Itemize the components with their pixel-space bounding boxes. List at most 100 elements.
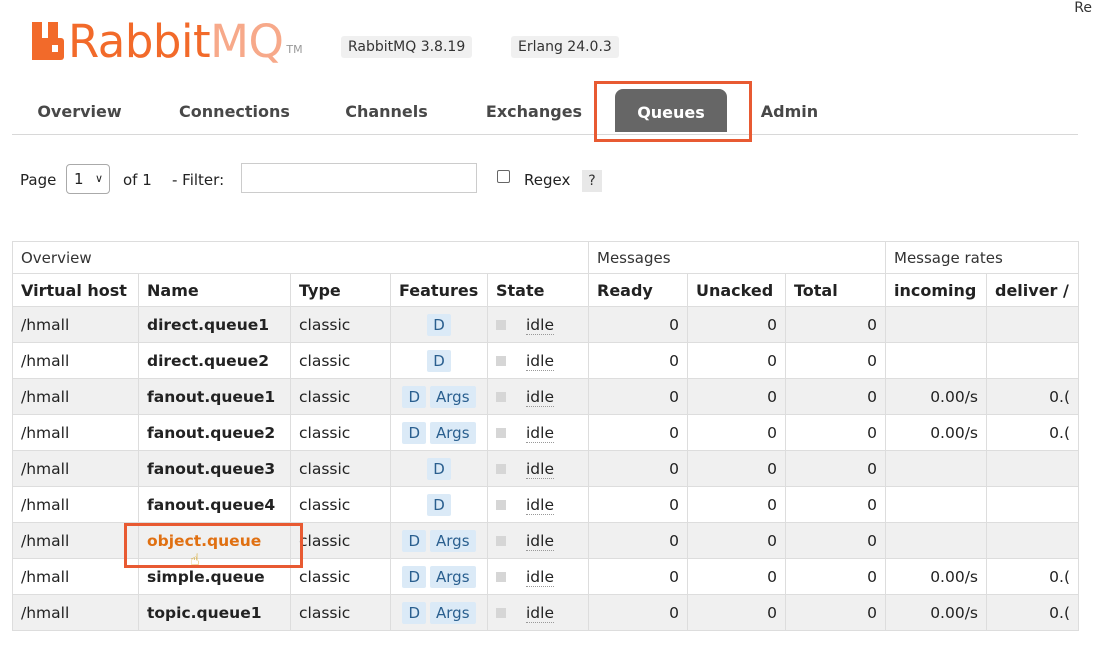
state-label: idle [526, 531, 554, 551]
feature-durable-badge: D [402, 601, 427, 624]
regex-checkbox[interactable] [497, 170, 510, 183]
filter-label: - Filter: [172, 171, 225, 189]
state-indicator-icon [496, 464, 506, 474]
state-indicator-icon [496, 320, 506, 330]
queue-name-link[interactable]: fanout.queue2 [138, 414, 291, 451]
col-virtual-host[interactable]: Virtual host [12, 273, 139, 307]
queue-name-link[interactable]: topic.queue1 [138, 594, 291, 631]
tab-channels[interactable]: Channels [334, 92, 439, 132]
table-row[interactable]: /hmall fanout.queue1 classic D Args idle 0 0 0 0.… [12, 378, 1079, 415]
col-total[interactable]: Total [785, 273, 886, 307]
cell-features: D [390, 450, 488, 487]
cell-state: idle [487, 306, 589, 343]
cell-total: 0 [785, 450, 886, 487]
page-select[interactable]: 1 ∨ [66, 164, 110, 194]
cell-unacked: 0 [687, 414, 786, 451]
queue-name-link[interactable]: fanout.queue4 [138, 486, 291, 523]
tab-queues[interactable]: Queues [615, 89, 727, 132]
rabbitmq-logo: RabbitMQ TM [32, 10, 303, 66]
table-row[interactable]: /hmall topic.queue1 classic D Args idle 0 0 0 0.0… [12, 594, 1079, 631]
table-row[interactable]: /hmall object.queue classic D Args idle 0 0 0 [12, 522, 1079, 559]
cell-total: 0 [785, 594, 886, 631]
col-name[interactable]: Name [138, 273, 291, 307]
col-ready[interactable]: Ready [588, 273, 688, 307]
table-row[interactable]: /hmall fanout.queue2 classic D Args idle 0 0 0 0.… [12, 414, 1079, 451]
version-badge: RabbitMQ 3.8.19 [341, 36, 473, 58]
page-select-value: 1 [74, 170, 84, 188]
cell-incoming: 0.00/s [885, 558, 987, 595]
col-state[interactable]: State [487, 273, 589, 307]
top-right-text: Re [1074, 0, 1092, 16]
queue-name-link[interactable]: fanout.queue1 [138, 378, 291, 415]
feature-durable-badge: D [427, 493, 451, 516]
table-row[interactable]: /hmall simple.queue classic D Args idle 0 0 0 0.0… [12, 558, 1079, 595]
cell-virtual-host: /hmall [12, 594, 139, 631]
hand-cursor-icon: ☝ [190, 550, 200, 569]
cell-type: classic [290, 342, 391, 379]
cell-incoming: 0.00/s [885, 378, 987, 415]
feature-durable-badge: D [427, 349, 451, 372]
feature-args-badge: Args [430, 529, 476, 552]
cell-unacked: 0 [687, 450, 786, 487]
cell-type: classic [290, 558, 391, 595]
col-unacked[interactable]: Unacked [687, 273, 786, 307]
state-label: idle [526, 387, 554, 407]
table-column-header: Virtual host Name Type Features State Re… [12, 273, 1079, 307]
main-nav-tabs: Overview Connections Channels Exchanges … [12, 89, 1078, 135]
state-label: idle [526, 567, 554, 587]
tab-exchanges[interactable]: Exchanges [475, 92, 593, 132]
page-label: Page [20, 171, 57, 189]
cell-unacked: 0 [687, 522, 786, 559]
group-message-rates: Message rates [885, 241, 1079, 274]
tab-overview[interactable]: Overview [22, 92, 137, 132]
queue-name-link[interactable]: direct.queue2 [138, 342, 291, 379]
feature-durable-badge: D [427, 313, 451, 336]
table-row[interactable]: /hmall direct.queue1 classic Didle 0 0 0 [12, 306, 1079, 343]
filter-input[interactable] [241, 163, 477, 193]
cell-incoming [885, 522, 987, 559]
col-incoming[interactable]: incoming [885, 273, 987, 307]
cell-features: D [390, 306, 488, 343]
cell-type: classic [290, 486, 391, 523]
cell-ready: 0 [588, 522, 688, 559]
col-type[interactable]: Type [290, 273, 391, 307]
state-indicator-icon [496, 608, 506, 618]
table-row[interactable]: /hmall fanout.queue4 classic Didle 0 0 0 [12, 486, 1079, 523]
queue-name-link[interactable]: direct.queue1 [138, 306, 291, 343]
tab-connections[interactable]: Connections [162, 92, 307, 132]
queues-table-body: /hmall direct.queue1 classic Didle 0 0 0/hmall… [12, 306, 1079, 631]
cell-unacked: 0 [687, 342, 786, 379]
cell-virtual-host: /hmall [12, 414, 139, 451]
cell-ready: 0 [588, 378, 688, 415]
col-deliver[interactable]: deliver / [986, 273, 1079, 307]
cell-type: classic [290, 594, 391, 631]
cell-features: D Args [390, 378, 488, 415]
queue-name-link[interactable]: simple.queue [138, 558, 291, 595]
state-indicator-icon [496, 572, 506, 582]
cell-unacked: 0 [687, 558, 786, 595]
help-button[interactable]: ? [582, 170, 602, 192]
cell-ready: 0 [588, 306, 688, 343]
cell-deliver: 0.( [986, 558, 1079, 595]
cell-total: 0 [785, 486, 886, 523]
queue-name-link[interactable]: object.queue [138, 522, 291, 559]
tab-admin[interactable]: Admin [747, 92, 832, 132]
cell-total: 0 [785, 558, 886, 595]
queue-name-link[interactable]: fanout.queue3 [138, 450, 291, 487]
state-indicator-icon [496, 428, 506, 438]
state-indicator-icon [496, 536, 506, 546]
cell-features: D Args [390, 414, 488, 451]
state-label: idle [526, 495, 554, 515]
cell-deliver [986, 306, 1079, 343]
cell-incoming [885, 306, 987, 343]
cell-total: 0 [785, 522, 886, 559]
table-row[interactable]: /hmall direct.queue2 classic Didle 0 0 0 [12, 342, 1079, 379]
cell-ready: 0 [588, 486, 688, 523]
cell-features: D [390, 342, 488, 379]
table-row[interactable]: /hmall fanout.queue3 classic Didle 0 0 0 [12, 450, 1079, 487]
feature-args-badge: Args [430, 601, 476, 624]
state-label: idle [526, 603, 554, 623]
cell-deliver [986, 486, 1079, 523]
regex-label: Regex [524, 171, 571, 189]
cell-deliver [986, 450, 1079, 487]
